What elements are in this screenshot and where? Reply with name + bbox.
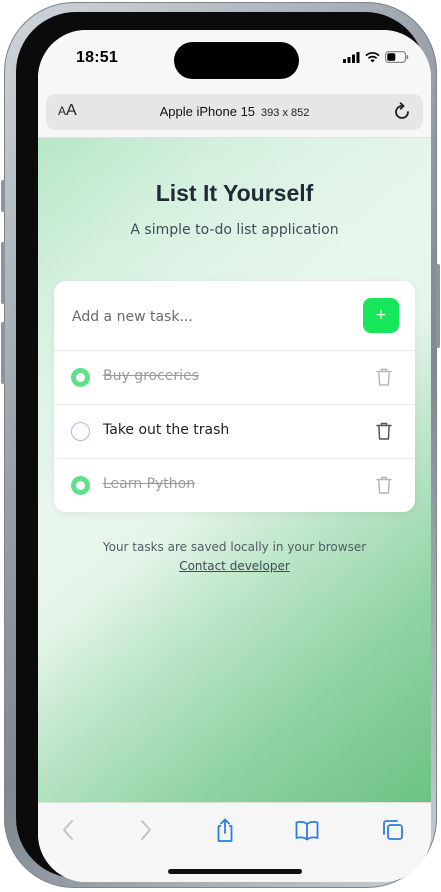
task-item: Buy groceries — [54, 351, 415, 405]
browser-toolbar — [38, 802, 431, 882]
phone-bezel: 18:51 AA Apple iPhone 15 393 x 852 List … — [16, 12, 431, 882]
status-icons — [343, 51, 409, 63]
contact-developer-link[interactable]: Contact developer — [38, 559, 431, 573]
back-icon[interactable] — [56, 817, 82, 843]
power-button — [436, 264, 440, 348]
wifi-icon — [365, 51, 380, 62]
status-bar: 18:51 — [38, 30, 431, 92]
new-task-input[interactable] — [70, 299, 354, 335]
dynamic-island — [174, 42, 299, 79]
trash-icon[interactable] — [375, 421, 393, 441]
task-list: Buy groceries Take out the trash Learn P… — [54, 351, 415, 512]
browser-address-area: AA Apple iPhone 15 393 x 852 — [38, 92, 431, 138]
device-name: Apple iPhone 15 — [159, 104, 256, 119]
viewport-size: 393 x 852 — [261, 107, 310, 119]
page-title: List It Yourself — [155, 180, 314, 206]
share-icon[interactable] — [212, 817, 238, 843]
action-button — [1, 180, 5, 212]
phone-frame: 18:51 AA Apple iPhone 15 393 x 852 List … — [1, 2, 440, 888]
forward-icon[interactable] — [132, 817, 158, 843]
volume-up-button — [1, 242, 5, 304]
task-checkbox-checked[interactable] — [71, 476, 90, 495]
volume-down-button — [1, 322, 5, 384]
task-label: Buy groceries — [103, 368, 199, 384]
task-checkbox-unchecked[interactable] — [71, 422, 90, 441]
page-subtitle: A simple to-do list application — [130, 222, 339, 238]
device-label: Apple iPhone 15 393 x 852 — [46, 104, 423, 119]
task-item: Take out the trash — [54, 405, 415, 459]
status-time: 18:51 — [76, 49, 118, 66]
task-label: Learn Python — [103, 476, 196, 492]
battery-icon — [385, 51, 409, 63]
task-label: Take out the trash — [103, 422, 230, 438]
reload-icon[interactable] — [391, 101, 413, 123]
footer-note: Your tasks are saved locally in your bro… — [102, 540, 367, 554]
add-task-row: + — [54, 281, 415, 351]
home-indicator — [168, 869, 302, 874]
trash-icon[interactable] — [375, 367, 393, 387]
todo-card: + Buy groceries — [54, 281, 415, 512]
tabs-icon[interactable] — [380, 817, 406, 843]
task-item: Learn Python — [54, 459, 415, 512]
add-task-button[interactable]: + — [363, 298, 399, 333]
phone-screen: 18:51 AA Apple iPhone 15 393 x 852 List … — [38, 30, 431, 882]
trash-icon[interactable] — [375, 475, 393, 495]
web-content: List It Yourself A simple to-do list app… — [38, 138, 431, 802]
bookmarks-icon[interactable] — [294, 817, 320, 843]
signal-icon — [343, 51, 360, 63]
address-bar[interactable]: AA Apple iPhone 15 393 x 852 — [46, 94, 423, 130]
task-checkbox-checked[interactable] — [71, 368, 90, 387]
